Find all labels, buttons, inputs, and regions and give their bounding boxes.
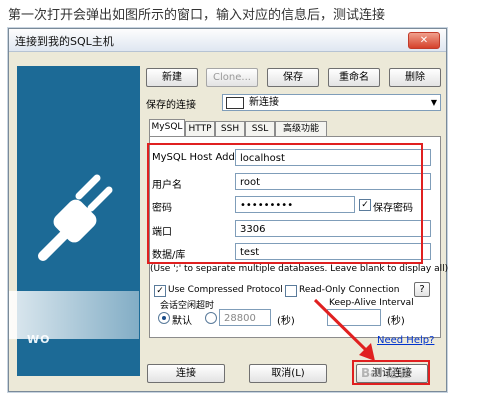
page-caption: 第一次打开会弹出如图所示的窗口，输入对应的信息后，测试连接: [8, 8, 386, 23]
connection-dialog: 连接到我的SQL主机 ✕ WO 新建 Clone... 保存 重命名 删除 保存…: [8, 28, 448, 392]
watermark: Bai 经验: [361, 366, 411, 380]
red-arrow: [313, 298, 375, 361]
